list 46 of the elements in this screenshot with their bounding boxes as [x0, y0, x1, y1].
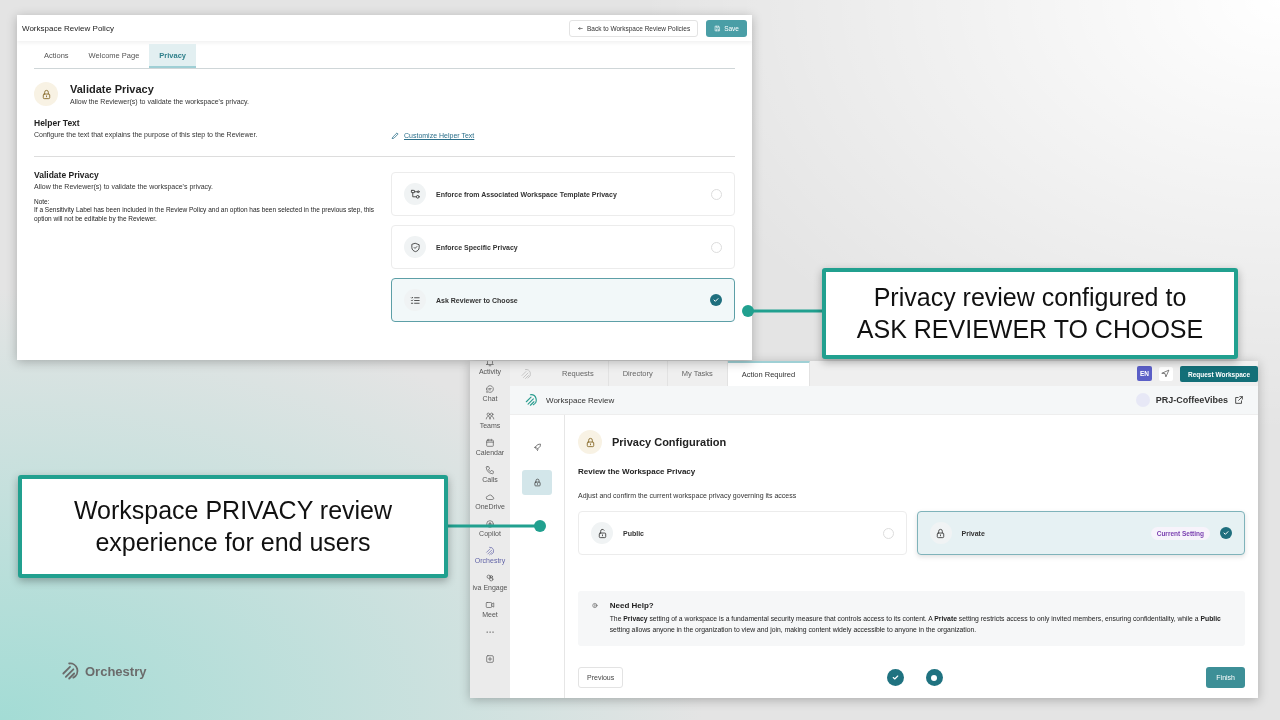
unlock-icon	[596, 527, 608, 539]
save-icon	[714, 24, 722, 32]
helper-text-title: Helper Text	[34, 118, 81, 128]
people-icon	[485, 411, 495, 421]
brand-name: Orchestry	[85, 663, 147, 679]
lock-icon	[935, 527, 946, 539]
swirl-icon	[524, 393, 538, 407]
checklist-icon	[409, 294, 421, 306]
external-link-icon[interactable]	[1234, 395, 1244, 405]
lock-icon	[532, 478, 542, 487]
shield-icon	[409, 241, 421, 253]
help-icon	[592, 601, 598, 610]
window-title: Workspace Review Policy	[22, 23, 115, 33]
pencil-icon	[391, 131, 400, 140]
help-title: Need Help?	[609, 601, 655, 610]
check-icon	[890, 673, 900, 682]
flow-icon	[409, 188, 421, 200]
radio-checked[interactable]	[1220, 527, 1232, 539]
add-icon	[485, 654, 495, 664]
page-title: Privacy Configuration	[612, 436, 727, 448]
step-button[interactable]	[522, 470, 552, 495]
lock-icon	[40, 88, 52, 100]
rocket-icon	[532, 443, 542, 452]
chat-icon	[485, 384, 495, 394]
calendar-icon	[485, 438, 495, 448]
validate-privacy-title: Validate Privacy	[34, 170, 100, 180]
video-icon	[485, 600, 495, 610]
check-icon	[1222, 529, 1230, 537]
swirl-icon	[485, 546, 495, 556]
radio-checked[interactable]	[710, 294, 722, 306]
workspace-name: PRJ-CoffeeVibes	[1155, 395, 1228, 405]
people-icon	[485, 573, 495, 583]
cloud-icon	[485, 492, 495, 502]
callout-text: Privacy review configured to ASK REVIEWER TO CHOOSE	[856, 282, 1204, 345]
back-arrow-icon	[576, 24, 584, 32]
app-title: Workspace Review	[546, 395, 616, 405]
send-icon[interactable]	[1161, 369, 1171, 378]
phone-icon	[485, 465, 495, 475]
lock-icon	[584, 436, 596, 448]
subtitle: Review the Workspace Privacy	[578, 467, 697, 476]
callout-text: Workspace PRIVACY review experience for end users	[73, 495, 393, 558]
logo-icon	[60, 661, 80, 681]
step-current-icon	[925, 669, 943, 686]
swirl-icon	[520, 367, 532, 380]
check-icon	[712, 296, 720, 304]
section-title: Validate Privacy	[70, 83, 155, 95]
